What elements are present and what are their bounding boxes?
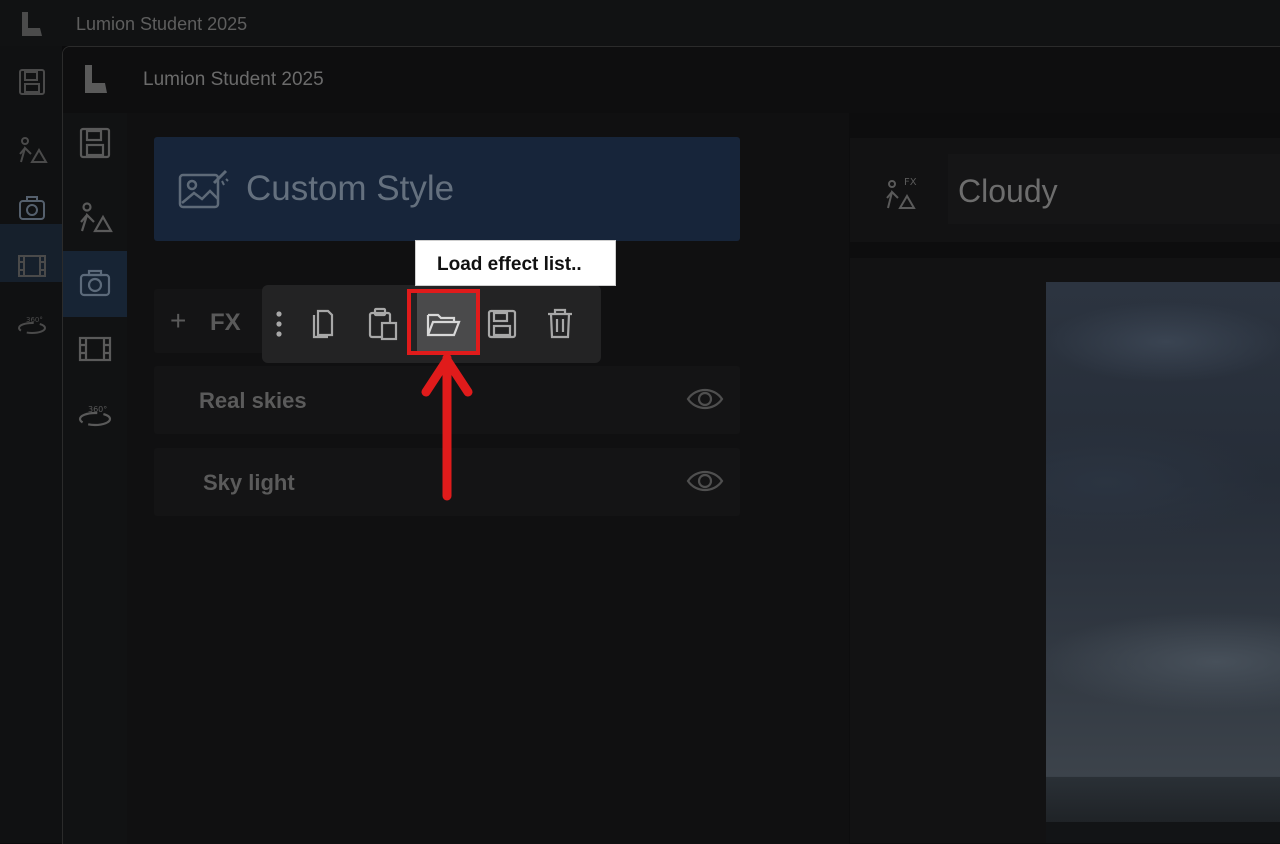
effect-label: Real skies [199, 388, 307, 413]
style-header[interactable]: Custom Style [154, 137, 740, 241]
lumion-logo-icon [22, 12, 42, 36]
floppy-disk-icon[interactable] [16, 66, 48, 98]
image-edit-icon [178, 169, 229, 209]
tooltip-text: Load effect list.. [437, 254, 582, 275]
paste-icon[interactable] [360, 301, 406, 347]
camera-icon[interactable] [16, 192, 48, 224]
back-window-titlebar: Lumion Student 2025 [0, 0, 1280, 46]
back-window-sidebar: 360° [0, 46, 62, 843]
front-window-title: Lumion Student 2025 [143, 69, 324, 90]
lumion-logo-icon [85, 65, 107, 93]
tooltip: Load effect list.. [415, 240, 616, 286]
svg-text:360°: 360° [26, 316, 43, 324]
film-icon[interactable] [16, 250, 48, 282]
save-icon[interactable] [479, 301, 525, 347]
effects-panel: Custom Style + FX Real skies Sky light [127, 113, 849, 844]
sky-style-header: FX Cloudy [850, 138, 1280, 242]
eye-icon[interactable] [686, 384, 724, 414]
build-mode-icon[interactable] [16, 134, 48, 166]
red-arrow-annotation [421, 353, 473, 501]
floppy-disk-icon[interactable] [77, 125, 113, 161]
sky-style-title-box[interactable]: Cloudy [948, 154, 1280, 224]
svg-text:360°: 360° [88, 405, 107, 414]
delete-icon[interactable] [537, 301, 583, 347]
360-icon[interactable]: 360° [77, 397, 113, 433]
front-window-sidebar: 360° [63, 113, 127, 844]
shore-area [1046, 822, 1280, 843]
add-fx-label: FX [210, 309, 241, 336]
front-window-titlebar: Lumion Student 2025 [63, 47, 1280, 113]
copy-icon[interactable] [302, 301, 348, 347]
back-window-title: Lumion Student 2025 [76, 14, 248, 34]
plus-icon: + [170, 305, 187, 336]
camera-icon[interactable] [77, 265, 113, 301]
effect-label: Sky light [203, 470, 295, 495]
add-fx-button[interactable]: + FX [154, 289, 270, 353]
build-mode-icon[interactable] [77, 199, 113, 235]
film-icon[interactable] [77, 331, 113, 367]
svg-text:FX: FX [904, 177, 917, 188]
360-icon[interactable]: 360° [16, 308, 48, 340]
preview-viewport[interactable] [850, 258, 1280, 843]
sky-preview-image [1046, 282, 1280, 843]
fx-build-icon: FX [886, 177, 917, 209]
style-title: Custom Style [246, 169, 455, 208]
sky-style-title: Cloudy [958, 173, 1058, 209]
eye-icon[interactable] [686, 466, 724, 496]
open-button-highlight [407, 289, 480, 355]
more-icon[interactable] [256, 301, 302, 347]
